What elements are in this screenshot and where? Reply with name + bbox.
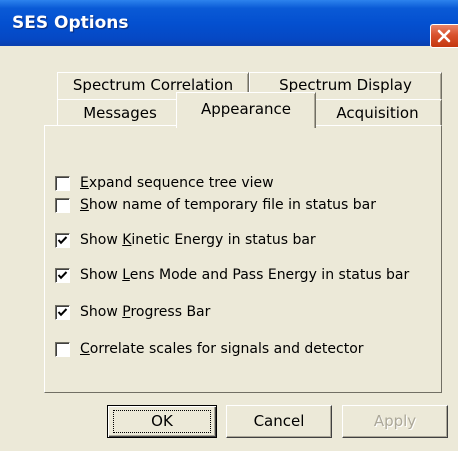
checkbox-label: Show Kinetic Energy in status bar bbox=[80, 232, 316, 248]
tab-acquisition[interactable]: Acquisition bbox=[313, 99, 442, 126]
checkbox-box[interactable] bbox=[55, 304, 70, 320]
checkbox-label: Expand sequence tree view bbox=[80, 175, 274, 191]
apply-button[interactable]: Apply bbox=[342, 405, 448, 438]
checkbox-box[interactable] bbox=[55, 175, 70, 191]
tab-appearance[interactable]: Appearance bbox=[176, 92, 316, 128]
tab-label: Appearance bbox=[200, 100, 292, 118]
checkbox-label: Show name of temporary file in status ba… bbox=[80, 197, 377, 213]
checkbox-label: Show Progress Bar bbox=[80, 304, 211, 320]
tab-label: Acquisition bbox=[336, 104, 419, 122]
show-progress-bar-checkbox[interactable]: Show Progress Bar bbox=[55, 302, 210, 322]
ses-options-dialog: SES Options Spectrum Correlation Spectru… bbox=[0, 0, 458, 451]
title-bar[interactable]: SES Options bbox=[0, 0, 458, 48]
window-title: SES Options bbox=[12, 13, 129, 33]
cancel-button-label: Cancel bbox=[253, 412, 305, 430]
close-button[interactable] bbox=[430, 24, 458, 48]
show-temp-file-name-checkbox[interactable]: Show name of temporary file in status ba… bbox=[55, 195, 376, 215]
checkbox-box[interactable] bbox=[55, 267, 70, 283]
apply-button-label: Apply bbox=[373, 412, 417, 430]
checkbox-label: Correlate scales for signals and detecto… bbox=[80, 341, 364, 357]
focus-rect bbox=[113, 410, 211, 433]
tab-label: Messages bbox=[83, 104, 157, 122]
checkbox-box[interactable] bbox=[55, 197, 70, 213]
check-icon bbox=[57, 270, 68, 279]
checkbox-box[interactable] bbox=[55, 341, 70, 357]
correlate-scales-checkbox[interactable]: Correlate scales for signals and detecto… bbox=[55, 339, 364, 359]
check-icon bbox=[57, 307, 68, 316]
cancel-button[interactable]: Cancel bbox=[226, 405, 332, 438]
show-lens-mode-checkbox[interactable]: Show Lens Mode and Pass Energy in status… bbox=[55, 265, 409, 285]
check-icon bbox=[57, 235, 68, 244]
ok-button[interactable]: OK bbox=[107, 405, 217, 438]
expand-sequence-tree-checkbox[interactable]: Expand sequence tree view bbox=[55, 173, 274, 193]
checkbox-label: Show Lens Mode and Pass Energy in status… bbox=[80, 267, 410, 283]
checkbox-box[interactable] bbox=[55, 232, 70, 248]
tab-messages[interactable]: Messages bbox=[57, 99, 183, 126]
show-kinetic-energy-checkbox[interactable]: Show Kinetic Energy in status bar bbox=[55, 230, 316, 250]
